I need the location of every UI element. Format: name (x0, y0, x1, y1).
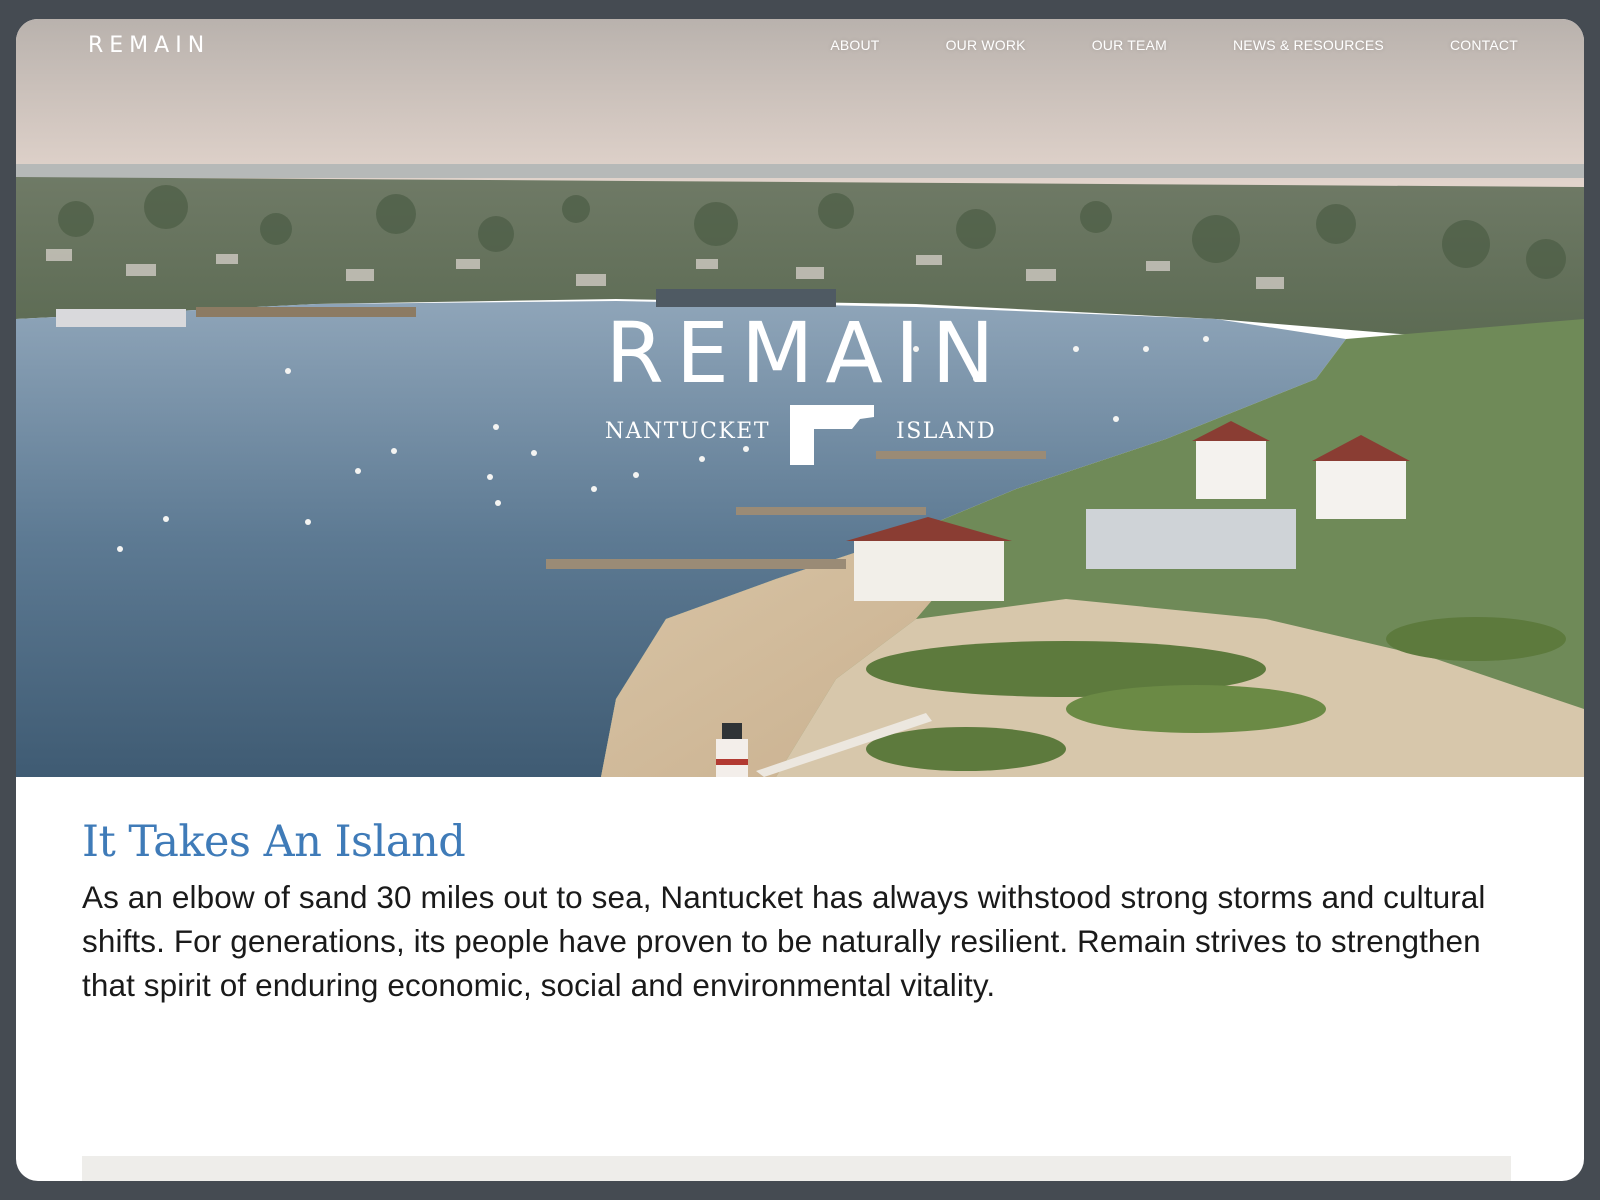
hero-logo-nantucket: NANTUCKET (604, 419, 770, 444)
hero-logo-word: REMAIN (605, 304, 1007, 402)
main-menu: ABOUT OUR WORK OUR TEAM NEWS & RESOURCES… (764, 37, 1518, 53)
intro-body: As an elbow of sand 30 miles out to sea,… (82, 879, 1486, 1003)
island-mark-icon (790, 405, 874, 465)
hero-section: REMAIN ABOUT OUR WORK OUR TEAM NEWS & RE… (16, 19, 1584, 777)
hero-logo-island: ISLAND (896, 419, 997, 444)
nav-our-work[interactable]: OUR WORK (946, 37, 1026, 53)
nav-about[interactable]: ABOUT (830, 37, 879, 53)
browser-window: REMAIN ABOUT OUR WORK OUR TEAM NEWS & RE… (16, 19, 1584, 1181)
intro-headline: It Takes An Island (82, 817, 466, 867)
next-section-band (82, 1156, 1511, 1181)
nav-contact[interactable]: CONTACT (1450, 37, 1518, 53)
hero-logo: REMAIN NANTUCKET ISLAND (16, 304, 1584, 465)
nav-news-resources[interactable]: NEWS & RESOURCES (1233, 37, 1384, 53)
top-navigation: REMAIN ABOUT OUR WORK OUR TEAM NEWS & RE… (16, 19, 1584, 79)
nav-our-team[interactable]: OUR TEAM (1092, 37, 1167, 53)
brand-logo-link[interactable]: REMAIN (88, 33, 210, 58)
hero-logo-subline: NANTUCKET ISLAND (16, 401, 1584, 471)
intro-section: It Takes An Island As an elbow of sand 3… (82, 817, 1522, 1007)
